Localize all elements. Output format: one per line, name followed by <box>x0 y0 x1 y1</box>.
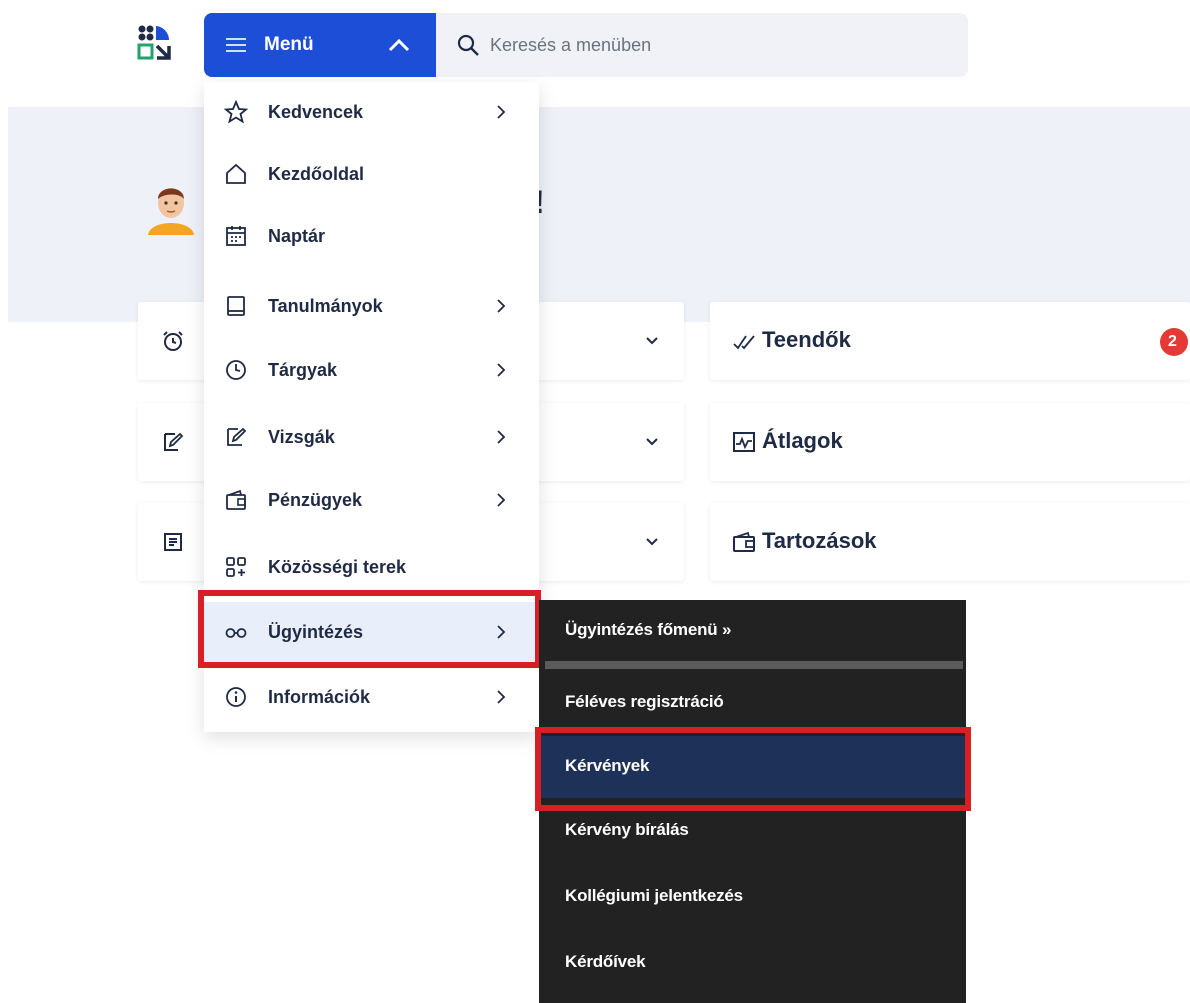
submenu-item-label: Kérdőívek <box>565 952 646 971</box>
hamburger-icon <box>226 38 246 52</box>
submenu-item-fomenu[interactable]: Ügyintézés főmenü » <box>539 600 966 662</box>
submenu-item-label: Kérvények <box>565 756 650 775</box>
menu-item-ugyintezes[interactable]: Ügyintézés <box>204 602 539 662</box>
submenu-divider <box>545 661 963 669</box>
clock-icon <box>226 360 246 380</box>
debts-card[interactable]: Tartozások <box>710 503 1190 581</box>
menu-item-label: Tanulmányok <box>268 295 383 316</box>
star-icon <box>224 100 248 124</box>
chevron-right-icon <box>497 430 506 444</box>
home-icon <box>226 163 246 184</box>
menu-item-tanulmanyok[interactable]: Tanulmányok <box>204 276 539 336</box>
info-icon <box>226 687 246 707</box>
chevron-up-icon <box>388 38 410 52</box>
chevron-right-icon <box>497 493 506 507</box>
menu-item-label: Kedvencek <box>268 101 364 122</box>
submenu-item-label: Ügyintézés főmenü » <box>565 620 732 639</box>
todo-card[interactable]: Teendők <box>710 302 1190 380</box>
menu-search <box>436 13 968 77</box>
submenu-item-feleves-regisztracio[interactable]: Féléves regisztráció <box>539 672 966 734</box>
submenu-item-kerdoivek[interactable]: Kérdőívek <box>539 932 966 994</box>
glasses-icon <box>225 628 247 638</box>
chevron-down-icon[interactable] <box>644 335 660 347</box>
menu-item-label: Kezdőoldal <box>268 163 365 184</box>
main-menu-dropdown: Kedvencek Kezdőoldal Naptár Tanulmányok … <box>204 82 539 732</box>
menu-item-label: Tárgyak <box>268 359 338 380</box>
menu-item-targyak[interactable]: Tárgyak <box>204 340 539 400</box>
edit-note-icon <box>227 427 247 446</box>
submenu-item-kervenyek[interactable]: Kérvények <box>539 736 966 798</box>
submenu-item-kollegiumi-jelentkezes[interactable]: Kollégiumi jelentkezés <box>539 866 966 928</box>
menu-item-label: Vizsgák <box>268 426 335 447</box>
wallet-icon <box>226 489 246 510</box>
menu-item-label: Közösségi terek <box>268 556 407 577</box>
menu-item-informaciok[interactable]: Információk <box>204 667 539 727</box>
edit-note-icon <box>164 432 184 451</box>
ugyintezes-submenu: Ügyintézés főmenü » Féléves regisztráció… <box>539 600 966 1003</box>
app-logo-icon[interactable] <box>137 24 171 64</box>
chevron-down-icon[interactable] <box>644 436 660 448</box>
menu-item-label: Pénzügyek <box>268 489 363 510</box>
menu-item-label: Naptár <box>268 225 326 246</box>
submenu-item-label: Kollégiumi jelentkezés <box>565 886 743 905</box>
submenu-item-label: Féléves regisztráció <box>565 692 724 711</box>
chevron-down-icon[interactable] <box>644 536 660 548</box>
double-check-icon <box>733 335 755 350</box>
submenu-item-kerveny-biralas[interactable]: Kérvény bírálás <box>539 800 966 862</box>
menu-item-naptar[interactable]: Naptár <box>204 206 539 266</box>
menu-button-label: Menü <box>264 34 314 55</box>
chevron-right-icon <box>497 625 506 639</box>
menu-item-penzugyek[interactable]: Pénzügyek <box>204 470 539 530</box>
wallet-icon <box>733 531 755 552</box>
calendar-icon <box>226 226 246 246</box>
debts-card-title: Tartozások <box>762 528 877 553</box>
search-input[interactable] <box>490 34 930 56</box>
alarm-clock-icon <box>163 331 183 351</box>
menu-item-kedvencek[interactable]: Kedvencek <box>204 82 539 142</box>
chevron-right-icon <box>497 299 506 313</box>
book-icon <box>227 296 245 316</box>
menu-item-vizsgak[interactable]: Vizsgák <box>204 407 539 467</box>
menu-item-kozossegi-terek[interactable]: Közösségi terek <box>204 537 539 597</box>
todo-card-title: Teendők <box>762 327 851 352</box>
menu-button[interactable]: Menü <box>204 13 436 77</box>
submenu-item-label: Kérvény bírálás <box>565 820 689 839</box>
chevron-right-icon <box>497 690 506 704</box>
todo-count-badge: 2 <box>1160 328 1188 356</box>
grid-plus-icon <box>226 557 246 577</box>
menu-item-label: Információk <box>268 686 371 707</box>
menu-item-label: Ügyintézés <box>268 621 364 642</box>
chart-icon <box>733 432 755 452</box>
document-list-icon <box>164 533 182 551</box>
search-icon <box>457 34 479 56</box>
avatar[interactable] <box>142 177 200 235</box>
averages-card-title: Átlagok <box>762 428 843 453</box>
menu-item-kezdooldal[interactable]: Kezdőoldal <box>204 144 539 204</box>
averages-card[interactable]: Átlagok <box>710 403 1190 481</box>
chevron-right-icon <box>497 363 506 377</box>
chevron-right-icon <box>497 105 506 119</box>
